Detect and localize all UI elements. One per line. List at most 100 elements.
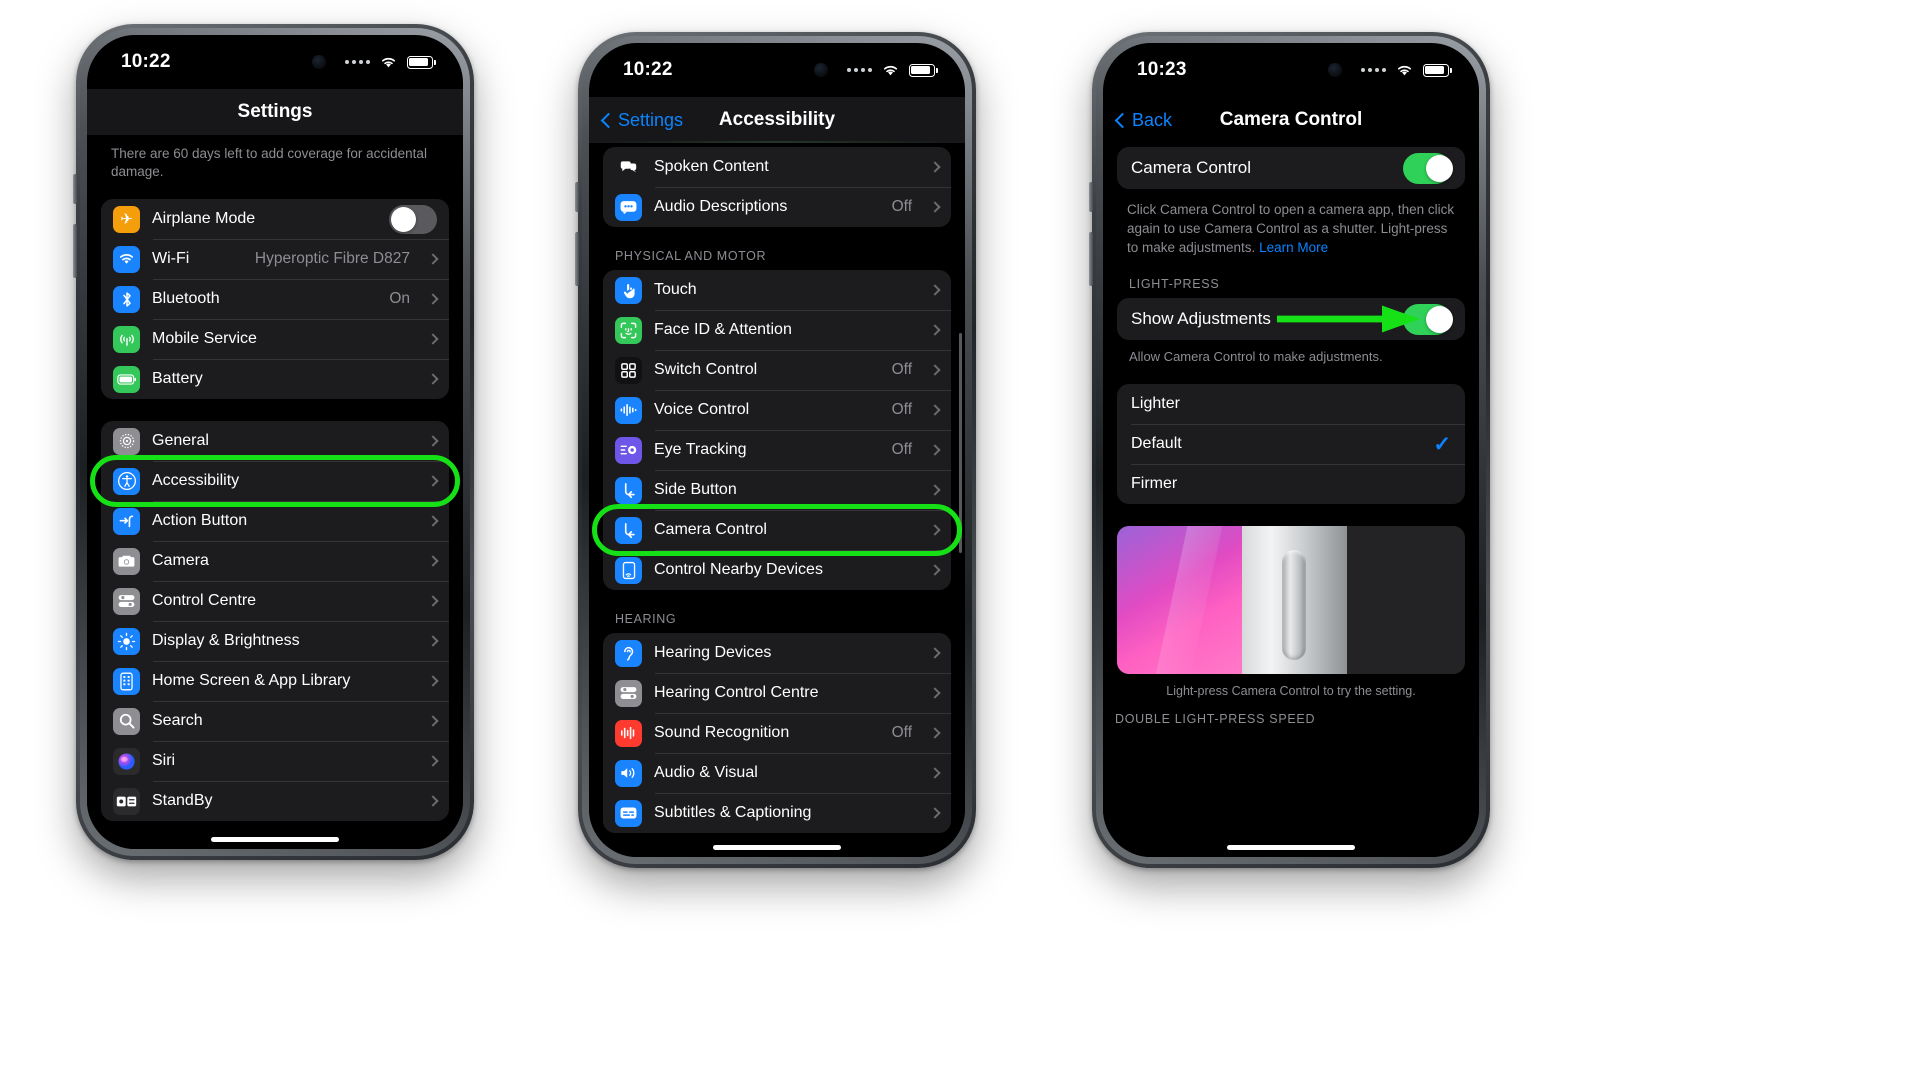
list-item[interactable]: Camera: [101, 541, 449, 581]
siri-icon: [113, 747, 140, 775]
list-item-label: Hearing Control Centre: [654, 684, 819, 701]
camera-control-toggle-row[interactable]: Camera Control: [1117, 147, 1465, 189]
volume-up-button[interactable]: [1089, 182, 1093, 212]
light-press-option[interactable]: Default ✓: [1117, 424, 1465, 464]
action-button-icon: [113, 507, 140, 535]
list-item[interactable]: Action Button: [101, 501, 449, 541]
back-button[interactable]: Back: [1114, 110, 1172, 131]
chevron-right-icon: [929, 687, 941, 699]
light-press-options-group: Lighter Default ✓ Firmer: [1117, 384, 1465, 505]
chevron-right-icon: [427, 515, 439, 528]
list-item[interactable]: Wi-Fi Hyperoptic Fibre D827: [101, 239, 449, 279]
list-item[interactable]: Touch: [603, 270, 951, 310]
list-item[interactable]: Bluetooth On: [101, 279, 449, 319]
list-item[interactable]: StandBy: [101, 781, 449, 821]
back-button[interactable]: Settings: [600, 110, 683, 131]
list-item[interactable]: Audio & Visual: [603, 753, 951, 793]
side-button-icon: [615, 476, 642, 504]
list-item-value: Off: [891, 401, 912, 418]
wifi-icon: [881, 63, 900, 77]
status-bar: 10:22: [87, 35, 463, 89]
phone-camera-control: 10:23 Back Camera Control Camera Control…: [1089, 32, 1490, 868]
list-item[interactable]: Hearing Devices: [603, 633, 951, 673]
settings-group-hearing: Hearing Devices Hearing Control Centre Sou…: [603, 633, 951, 833]
page-title: Camera Control: [1219, 109, 1363, 130]
list-item[interactable]: Switch Control Off: [603, 350, 951, 390]
show-adjustments-subtext: Allow Camera Control to make adjustments…: [1129, 349, 1383, 365]
list-item-label: Face ID & Attention: [654, 321, 792, 338]
volume-down-button[interactable]: [575, 232, 579, 286]
list-item[interactable]: Side Button: [603, 470, 951, 510]
list-item[interactable]: Face ID & Attention: [603, 310, 951, 350]
hearing-devices-icon: [615, 639, 642, 667]
light-press-option[interactable]: Firmer: [1117, 464, 1465, 504]
volume-down-button[interactable]: [1089, 232, 1093, 286]
camera-control-scroll-area[interactable]: Camera Control Click Camera Control to o…: [1103, 143, 1479, 857]
light-press-option[interactable]: Lighter: [1117, 384, 1465, 424]
list-item[interactable]: Audio Descriptions Off: [603, 187, 951, 227]
page-title: Settings: [237, 101, 313, 122]
volume-up-button[interactable]: [575, 182, 579, 212]
list-item-label: Action Button: [152, 512, 248, 530]
list-item-label: Audio Descriptions: [654, 198, 788, 215]
chevron-right-icon: [427, 373, 439, 386]
list-item[interactable]: Hearing Control Centre: [603, 673, 951, 713]
list-item-value: Off: [891, 441, 912, 458]
spoken-content-icon: [615, 153, 642, 181]
cellular-bars-icon: [345, 60, 370, 64]
list-item-label: Camera: [152, 552, 209, 570]
airplane-icon: ✈: [113, 205, 140, 233]
list-item-value: Off: [891, 724, 912, 741]
list-item[interactable]: Mobile Service: [101, 319, 449, 359]
antenna-icon: [113, 325, 140, 353]
chevron-right-icon: [427, 595, 439, 608]
list-item-label: Airplane Mode: [152, 210, 256, 228]
list-item[interactable]: Home Screen & App Library: [101, 661, 449, 701]
camera-control-toggle[interactable]: [1403, 152, 1453, 184]
home-indicator[interactable]: [713, 845, 841, 850]
list-item[interactable]: Camera Control: [603, 510, 951, 550]
list-item[interactable]: Subtitles & Captioning: [603, 793, 951, 833]
status-time: 10:23: [1137, 59, 1187, 80]
list-item-label: Search: [152, 712, 203, 730]
list-item[interactable]: Search: [101, 701, 449, 741]
volume-down-button[interactable]: [73, 224, 77, 278]
gear-icon: [113, 427, 140, 455]
chevron-right-icon: [929, 647, 941, 659]
list-item[interactable]: Eye Tracking Off: [603, 430, 951, 470]
list-item-label: General: [152, 432, 209, 450]
list-item-label: Mobile Service: [152, 330, 257, 348]
list-item-label: Spoken Content: [654, 158, 769, 175]
learn-more-link[interactable]: Learn More: [1259, 240, 1328, 255]
accessibility-scroll-area[interactable]: Spoken Content Audio Descriptions Off PHYS…: [589, 143, 965, 857]
chevron-right-icon: [929, 404, 941, 416]
list-item[interactable]: Siri: [101, 741, 449, 781]
list-item[interactable]: Display & Brightness: [101, 621, 449, 661]
home-indicator[interactable]: [1227, 845, 1355, 850]
search-icon: [113, 707, 140, 735]
chevron-right-icon: [929, 201, 941, 213]
list-item-toggle[interactable]: [389, 204, 437, 234]
list-item[interactable]: Sound Recognition Off: [603, 713, 951, 753]
home-indicator[interactable]: [211, 837, 339, 842]
light-press-preview[interactable]: [1117, 526, 1465, 675]
list-item[interactable]: ✈ Airplane Mode: [101, 199, 449, 239]
list-item[interactable]: General: [101, 421, 449, 461]
wifi-icon: [1395, 63, 1414, 77]
volume-up-button[interactable]: [73, 174, 77, 204]
dynamic-island: [714, 54, 840, 87]
list-item[interactable]: Control Nearby Devices: [603, 550, 951, 590]
chevron-right-icon: [427, 715, 439, 728]
list-item[interactable]: Voice Control Off: [603, 390, 951, 430]
list-item[interactable]: Control Centre: [101, 581, 449, 621]
scrollbar[interactable]: [959, 333, 962, 553]
settings-scroll-area[interactable]: There are 60 days left to add coverage f…: [87, 135, 463, 849]
chevron-right-icon: [929, 564, 941, 576]
chevron-right-icon: [929, 364, 941, 376]
eye-tracking-icon: [615, 436, 642, 464]
list-item[interactable]: Accessibility: [101, 461, 449, 501]
list-item[interactable]: Spoken Content: [603, 147, 951, 187]
list-item[interactable]: Battery: [101, 359, 449, 399]
cellular-bars-icon: [1361, 68, 1386, 72]
arrow-right-icon: [1277, 305, 1420, 333]
